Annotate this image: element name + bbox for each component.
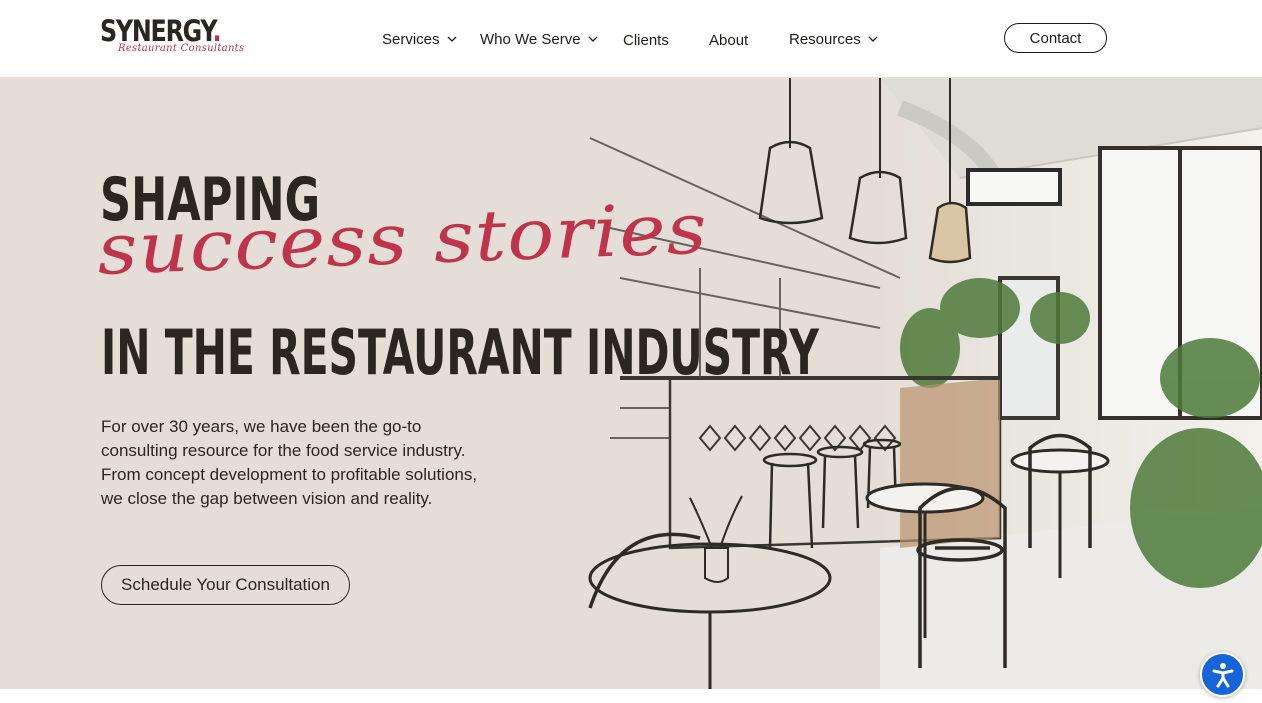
logo-tagline: Restaurant Consultants xyxy=(118,43,245,54)
schedule-consultation-button[interactable]: Schedule Your Consultation xyxy=(101,565,350,605)
chevron-down-icon xyxy=(447,36,456,42)
hero-description: For over 30 years, we have been the go-t… xyxy=(101,417,478,508)
hero-section: SHAPING success stories IN THE RESTAURAN… xyxy=(0,78,1262,689)
chevron-down-icon xyxy=(868,36,878,42)
nav-item-clients[interactable]: Clients xyxy=(623,27,669,53)
site-header: SYNERGY. Restaurant Consultants Services… xyxy=(0,0,1262,78)
nav-item-services[interactable]: Services xyxy=(382,26,458,52)
accessibility-button[interactable] xyxy=(1200,652,1245,697)
synergy-logo[interactable]: SYNERGY. Restaurant Consultants xyxy=(100,14,244,62)
nav-item-about[interactable]: About xyxy=(709,27,748,53)
accessibility-icon xyxy=(1212,662,1233,687)
hero-headline-line3: IN THE RESTAURANT INDUSTRY xyxy=(101,316,819,389)
nav-item-who-we-serve[interactable]: Who We Serve xyxy=(480,26,599,52)
chevron-down-icon xyxy=(588,36,598,42)
contact-button[interactable]: Contact xyxy=(1004,23,1107,53)
nav-item-resources[interactable]: Resources xyxy=(789,26,879,52)
